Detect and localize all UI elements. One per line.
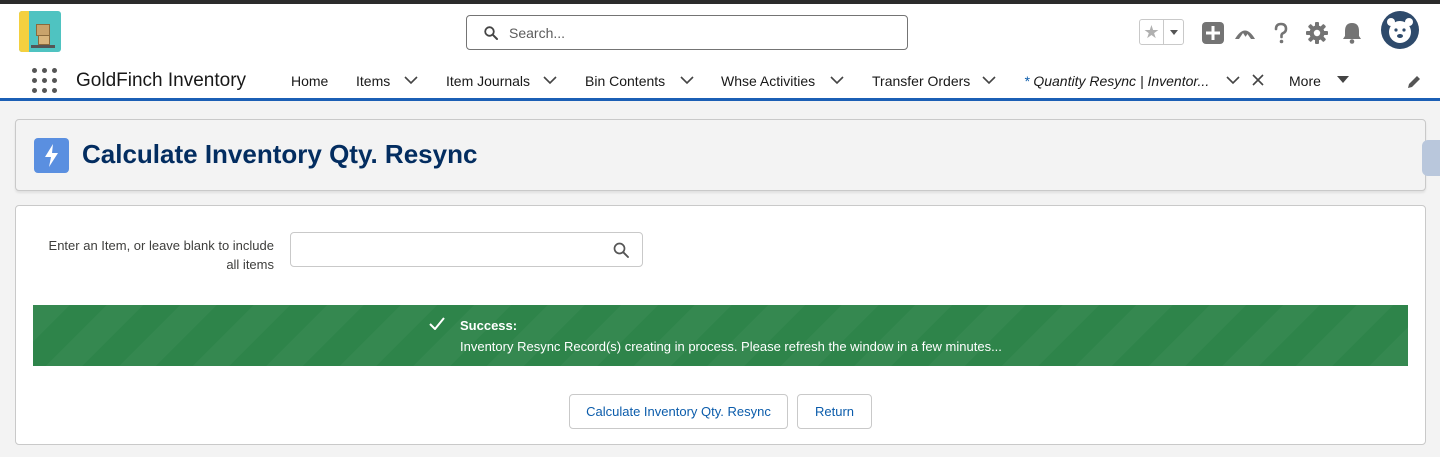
favorites-dropdown-button[interactable] — [1164, 20, 1184, 44]
checkmark-icon — [429, 317, 445, 330]
nav-item-item-journals[interactable]: Item Journals — [446, 73, 530, 89]
search-icon — [484, 26, 498, 40]
edit-pencil-icon[interactable] — [1406, 74, 1422, 90]
gear-icon[interactable] — [1305, 21, 1329, 45]
item-lookup-input[interactable] — [301, 240, 601, 260]
nav-item-transfer-orders[interactable]: Transfer Orders — [872, 73, 970, 89]
nav-item-home[interactable]: Home — [291, 73, 328, 89]
item-lookup-field[interactable] — [290, 232, 643, 267]
global-header: ★ — [0, 4, 1440, 60]
lightning-icon — [34, 138, 69, 173]
utility-panel-toggle[interactable] — [1422, 140, 1440, 176]
toast-title: Success: — [460, 318, 518, 333]
logo-stripe — [19, 11, 29, 52]
app-launcher-icon[interactable] — [32, 68, 58, 94]
favorite-star-icon[interactable]: ★ — [1140, 20, 1164, 44]
trailhead-icon[interactable] — [1233, 21, 1257, 45]
chevron-down-icon[interactable] — [543, 75, 557, 85]
chevron-down-icon[interactable] — [1226, 75, 1240, 85]
success-toast: Success: Inventory Resync Record(s) crea… — [33, 305, 1408, 366]
search-icon[interactable] — [613, 242, 629, 258]
chevron-down-icon[interactable] — [680, 75, 694, 85]
chevron-down-icon[interactable] — [830, 75, 844, 85]
toast-message: Inventory Resync Record(s) creating in p… — [460, 339, 1002, 354]
calculate-resync-button[interactable]: Calculate Inventory Qty. Resync — [569, 394, 788, 429]
favorites-control[interactable]: ★ — [1139, 19, 1184, 45]
help-icon[interactable] — [1269, 21, 1293, 45]
app-name: GoldFinch Inventory — [76, 70, 247, 91]
nav-tab-label: Quantity Resync | Inventor... — [1029, 73, 1210, 89]
nav-item-more[interactable]: More — [1289, 73, 1321, 89]
caret-down-icon[interactable] — [1336, 75, 1350, 85]
chevron-down-icon[interactable] — [982, 75, 996, 85]
search-input[interactable] — [509, 22, 889, 44]
item-field-label: Enter an Item, or leave blank to include… — [48, 238, 274, 272]
nav-item-items[interactable]: Items — [356, 73, 390, 89]
nav-item-bin-contents[interactable]: Bin Contents — [585, 73, 665, 89]
user-avatar[interactable] — [1381, 11, 1419, 49]
goldfinch-logo[interactable] — [19, 11, 61, 52]
global-search[interactable] — [466, 15, 908, 50]
logo-cart-icon — [31, 45, 55, 48]
nav-item-whse-activities[interactable]: Whse Activities — [721, 73, 815, 89]
page-title: Calculate Inventory Qty. Resync — [82, 139, 478, 169]
nav-tab-quantity-resync[interactable]: * Quantity Resync | Inventor... — [1024, 73, 1209, 89]
notification-bell-icon[interactable] — [1340, 21, 1364, 45]
close-icon[interactable] — [1252, 74, 1264, 86]
app-navigation-bar: GoldFinch Inventory Home Items Item Jour… — [0, 60, 1440, 101]
logo-box-icon — [38, 35, 50, 45]
resync-form-card: Enter an Item, or leave blank to include… — [15, 205, 1426, 445]
add-icon[interactable] — [1201, 21, 1225, 45]
return-button[interactable]: Return — [797, 394, 872, 429]
chevron-down-icon — [1170, 30, 1178, 35]
chevron-down-icon[interactable] — [404, 75, 418, 85]
page-header: Calculate Inventory Qty. Resync — [15, 119, 1426, 191]
